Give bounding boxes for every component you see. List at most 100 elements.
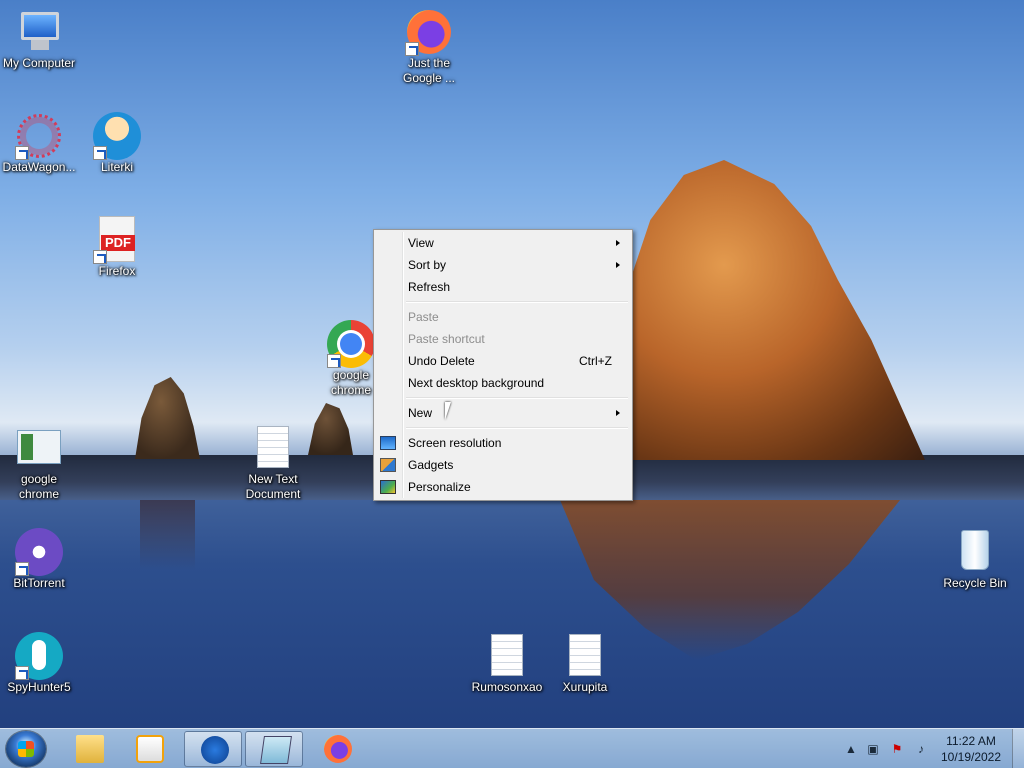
desktop-context-menu: View Sort by Refresh Paste Paste shortcu… <box>373 229 633 501</box>
menu-item-label: Paste shortcut <box>408 332 485 346</box>
clock-time: 11:22 AM <box>946 734 996 748</box>
desktop-icon-my-computer[interactable]: My Computer <box>0 8 78 71</box>
taskbar-lightning-app[interactable] <box>184 731 242 767</box>
media-player-icon <box>136 735 164 763</box>
menu-item-paste: Paste <box>376 306 630 328</box>
desktop-icon-label: Xurupita <box>562 680 608 694</box>
windows-logo-icon <box>18 741 34 757</box>
menu-item-label: Screen resolution <box>408 436 502 450</box>
start-button[interactable] <box>6 731 46 767</box>
desktop-icon-rumosonxao[interactable]: Rumosonxao <box>468 632 546 695</box>
menu-item-label: Sort by <box>408 258 447 272</box>
datawagon-icon <box>15 112 63 160</box>
desktop-icon-label: Rumosonxao <box>471 680 543 694</box>
desktop-icon-bittorrent[interactable]: BitTorrent <box>0 528 78 591</box>
taskbar-notepad[interactable] <box>245 731 303 767</box>
menu-item-next-desktop-background[interactable]: Next desktop background <box>376 372 630 394</box>
desktop-icon-label: My Computer <box>2 56 76 70</box>
submenu-arrow-icon <box>616 262 620 268</box>
desktop-icon-label: Recycle Bin <box>943 576 1007 590</box>
wallpaper-sea-stack <box>308 403 353 455</box>
menu-item-new[interactable]: New <box>376 402 630 424</box>
shortcut-arrow-icon <box>93 146 107 160</box>
desktop-icon-google-chrome-2[interactable]: google chrome <box>0 424 78 502</box>
taskbar-firefox[interactable] <box>308 731 366 767</box>
submenu-arrow-icon <box>616 410 620 416</box>
shortcut-arrow-icon <box>15 562 29 576</box>
menu-item-sort-by[interactable]: Sort by <box>376 254 630 276</box>
menu-separator <box>406 394 630 402</box>
desktop-icon-spyhunter5[interactable]: SpyHunter5 <box>0 632 78 695</box>
show-desktop-button[interactable] <box>1012 729 1024 768</box>
menu-item-label: Undo Delete <box>408 354 475 368</box>
menu-separator <box>406 298 630 306</box>
menu-item-label: Next desktop background <box>408 376 545 390</box>
menu-item-label: Refresh <box>408 280 451 294</box>
menu-item-refresh[interactable]: Refresh <box>376 276 630 298</box>
gadgets-icon <box>380 458 396 472</box>
clock-date: 10/19/2022 <box>940 750 1002 764</box>
lightning-app-icon <box>201 736 229 764</box>
desktop-icon-recycle-bin[interactable]: Recycle Bin <box>936 528 1014 591</box>
desktop-icon-label: Literki <box>100 160 133 174</box>
wallpaper-sea-stack <box>135 377 200 459</box>
windows-explorer-icon <box>76 735 104 763</box>
desktop-icon-label: SpyHunter5 <box>7 680 71 694</box>
desktop-icon-new-text-document[interactable]: New Text Document <box>234 424 312 502</box>
desktop-icon-label: New Text Document <box>245 472 301 501</box>
desktop-icon-literki[interactable]: Literki <box>78 112 156 175</box>
wallpaper-haystack-rock <box>596 160 925 460</box>
shortcut-arrow-icon <box>327 354 341 368</box>
desktop-icon-datawagon[interactable]: DataWagon... <box>0 112 78 175</box>
keyboard-shortcut-label: Ctrl+Z <box>579 354 612 368</box>
mouse-cursor-icon <box>445 402 451 420</box>
desktop-icon-label: DataWagon... <box>2 160 76 174</box>
menu-item-screen-resolution[interactable]: Screen resolution <box>376 432 630 454</box>
menu-item-paste-shortcut: Paste shortcut <box>376 328 630 350</box>
menu-item-label: Personalize <box>408 480 471 494</box>
menu-item-label: Gadgets <box>408 458 454 472</box>
volume-icon[interactable]: ♪ <box>914 742 928 756</box>
desktop-icon-label: Just the Google ... <box>402 56 456 85</box>
menu-item-label: Paste <box>408 310 439 324</box>
firefox-icon <box>405 8 453 56</box>
document-icon <box>561 632 609 680</box>
taskbar-windows-explorer[interactable] <box>60 731 118 767</box>
desktop-icon-firefox-pdf[interactable]: PDF Firefox <box>78 216 156 279</box>
personalize-icon <box>380 480 396 494</box>
spyhunter-icon <box>15 632 63 680</box>
shortcut-arrow-icon <box>93 250 107 264</box>
text-document-icon <box>249 424 297 472</box>
taskbar: ▲ ▣ ⚑ ♪ 11:22 AM 10/19/2022 <box>0 728 1024 768</box>
desktop-icon-just-the-google[interactable]: Just the Google ... <box>390 8 468 86</box>
menu-item-personalize[interactable]: Personalize <box>376 476 630 498</box>
screen-resolution-icon <box>380 436 396 450</box>
computer-icon <box>15 8 63 56</box>
system-clock[interactable]: 11:22 AM 10/19/2022 <box>936 733 1006 765</box>
menu-item-label: View <box>408 236 434 250</box>
chrome-icon <box>327 320 375 368</box>
menu-item-label: New <box>408 406 433 420</box>
notepad-icon <box>260 736 292 764</box>
bittorrent-icon <box>15 528 63 576</box>
desktop-icon-xurupita[interactable]: Xurupita <box>546 632 624 695</box>
action-center-icon[interactable]: ⚑ <box>890 742 904 756</box>
firefox-icon <box>324 735 352 763</box>
recycle-bin-icon <box>951 528 999 576</box>
submenu-arrow-icon <box>616 240 620 246</box>
literki-icon <box>93 112 141 160</box>
pdf-icon: PDF <box>93 216 141 264</box>
menu-item-gadgets[interactable]: Gadgets <box>376 454 630 476</box>
shortcut-arrow-icon <box>405 42 419 56</box>
desktop-icon-label: BitTorrent <box>13 576 65 590</box>
taskbar-media-player[interactable] <box>120 731 178 767</box>
menu-item-view[interactable]: View <box>376 232 630 254</box>
window-icon <box>15 424 63 472</box>
wallpaper-stack-reflection <box>140 500 195 570</box>
show-hidden-icons-chevron-icon[interactable]: ▲ <box>844 742 858 756</box>
shortcut-arrow-icon <box>15 146 29 160</box>
menu-item-undo-delete[interactable]: Undo Delete Ctrl+Z <box>376 350 630 372</box>
desktop-icon-label: Firefox <box>98 264 136 278</box>
network-icon[interactable]: ▣ <box>866 742 880 756</box>
menu-separator <box>406 424 630 432</box>
